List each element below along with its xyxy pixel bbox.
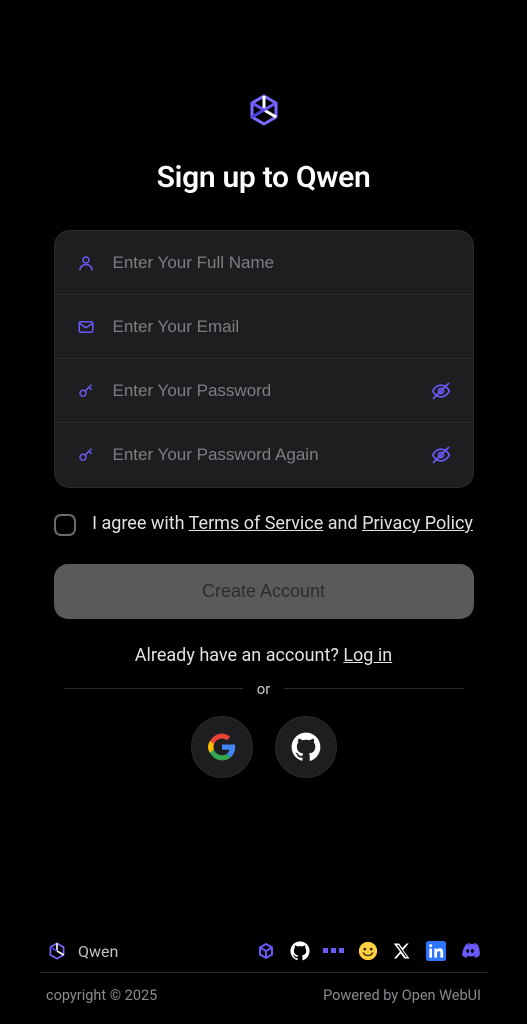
signup-form bbox=[54, 230, 474, 488]
password-confirm-field bbox=[55, 423, 473, 487]
footer-brand: Qwen bbox=[46, 940, 118, 962]
name-input[interactable] bbox=[113, 253, 451, 273]
eye-off-icon[interactable] bbox=[431, 381, 451, 401]
footer-links bbox=[255, 940, 481, 962]
eye-off-icon[interactable] bbox=[431, 445, 451, 465]
email-input[interactable] bbox=[113, 317, 451, 337]
email-field bbox=[55, 295, 473, 359]
key-icon bbox=[77, 382, 95, 400]
key-icon bbox=[77, 446, 95, 464]
password-confirm-input[interactable] bbox=[113, 445, 413, 465]
password-field bbox=[55, 359, 473, 423]
consent-checkbox[interactable] bbox=[54, 514, 76, 536]
or-divider: or bbox=[64, 680, 464, 698]
modelscope-link-icon[interactable] bbox=[323, 940, 345, 962]
google-signin-button[interactable] bbox=[191, 716, 253, 778]
tos-link[interactable]: Terms of Service bbox=[189, 513, 324, 534]
create-account-button[interactable]: Create Account bbox=[54, 564, 474, 619]
login-line: Already have an account? Log in bbox=[135, 645, 392, 666]
name-field bbox=[55, 231, 473, 295]
discord-link-icon[interactable] bbox=[459, 940, 481, 962]
password-input[interactable] bbox=[113, 381, 413, 401]
footer-brand-text: Qwen bbox=[78, 942, 118, 961]
github-signin-button[interactable] bbox=[275, 716, 337, 778]
linkedin-link-icon[interactable] bbox=[425, 940, 447, 962]
page-title: Sign up to Qwen bbox=[157, 160, 371, 195]
qwen-logo-icon bbox=[46, 940, 68, 962]
consent-pre: I agree with bbox=[92, 513, 189, 534]
google-icon bbox=[208, 733, 236, 761]
x-link-icon[interactable] bbox=[391, 940, 413, 962]
huggingface-link-icon[interactable] bbox=[357, 940, 379, 962]
login-link[interactable]: Log in bbox=[343, 645, 392, 666]
social-row bbox=[191, 716, 337, 778]
github-icon bbox=[291, 732, 321, 762]
powered-by-text: Powered by Open WebUI bbox=[323, 987, 481, 1004]
have-account-text: Already have an account? bbox=[135, 645, 344, 666]
mail-icon bbox=[77, 318, 95, 336]
or-text: or bbox=[257, 680, 271, 698]
qwen-link-icon[interactable] bbox=[255, 940, 277, 962]
copyright-text: copyright © 2025 bbox=[46, 987, 157, 1004]
privacy-link[interactable]: Privacy Policy bbox=[362, 513, 473, 534]
user-icon bbox=[77, 254, 95, 272]
consent-mid: and bbox=[323, 513, 362, 534]
github-link-icon[interactable] bbox=[289, 940, 311, 962]
consent-text: I agree with Terms of Service and Privac… bbox=[92, 510, 474, 538]
qwen-logo-icon bbox=[244, 90, 284, 130]
consent-row: I agree with Terms of Service and Privac… bbox=[54, 510, 474, 538]
footer: Qwen copyright © 2025 Powered by Open We… bbox=[0, 930, 527, 1024]
